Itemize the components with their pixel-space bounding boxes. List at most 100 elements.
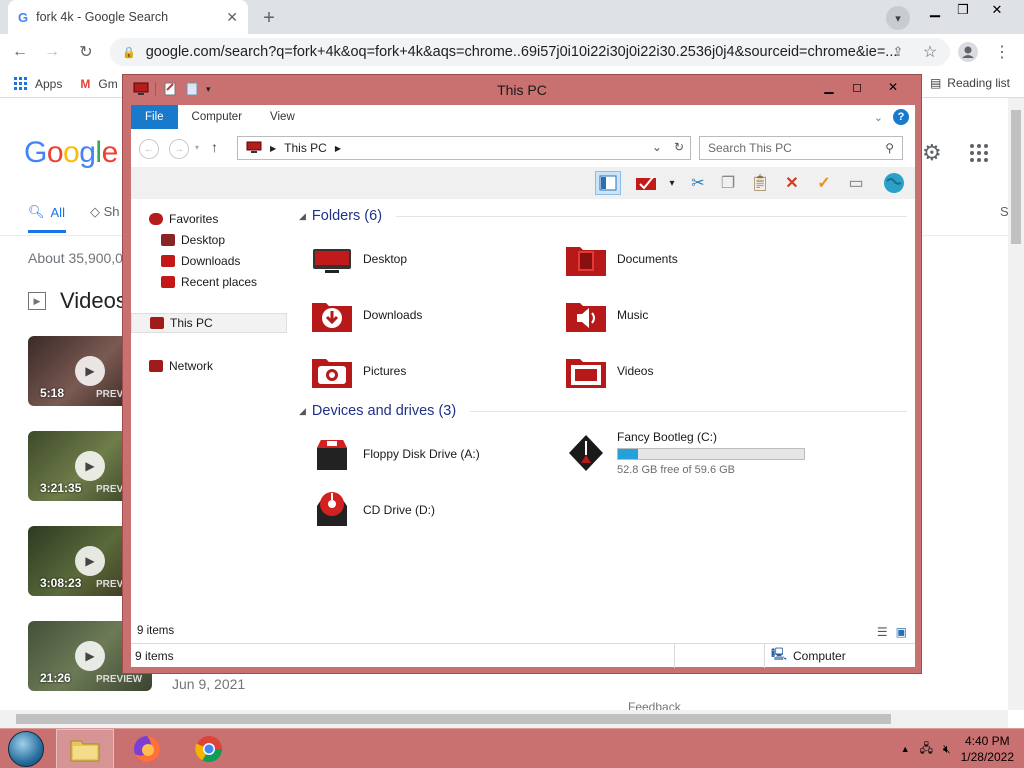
forward-arrow-icon[interactable]: → <box>169 139 189 159</box>
back-arrow-icon[interactable]: ← <box>8 40 32 64</box>
drive-cd[interactable]: CD Drive (D:) <box>309 488 549 532</box>
folder-documents[interactable]: Documents <box>563 237 803 281</box>
taskbar-firefox[interactable] <box>118 729 176 768</box>
bookmark-apps[interactable]: Apps <box>35 77 62 91</box>
reload-icon[interactable]: ↻ <box>74 40 98 64</box>
expand-ribbon-icon[interactable]: ⌄ <box>874 111 883 124</box>
explorer-titlebar[interactable]: ▾ This PC ▁ ◻ ✕ <box>123 75 921 103</box>
downloads-icon <box>161 255 175 267</box>
breadcrumb-chevron-icon[interactable]: ▶ <box>335 144 341 153</box>
close-tab-icon[interactable]: ✕ <box>226 9 238 26</box>
collapse-triangle-icon[interactable]: ◢ <box>299 406 306 417</box>
chrome-menu-icon[interactable]: ⋮ <box>990 40 1014 64</box>
url-text: google.com/search?q=fork+4k&oq=fork+4k&a… <box>145 44 898 60</box>
play-icon: ▶ <box>75 451 105 481</box>
nav-downloads[interactable]: Downloads <box>161 251 240 271</box>
star-icon <box>149 213 163 225</box>
details-view-icon[interactable]: ☰ <box>877 625 888 639</box>
confirm-check-icon[interactable]: ✓ <box>811 171 837 195</box>
up-arrow-icon[interactable]: ↑ <box>211 139 218 155</box>
address-dropdown-icon[interactable]: ⌄ <box>652 140 662 154</box>
cut-icon[interactable]: ✂ <box>685 171 711 195</box>
nav-recent-places[interactable]: Recent places <box>161 272 257 292</box>
bookmark-gmail[interactable]: Gm <box>98 77 117 91</box>
folder-pictures[interactable]: Pictures <box>309 349 549 393</box>
vertical-scrollbar[interactable] <box>1008 98 1024 710</box>
drive-label: Fancy Bootleg (C:) <box>617 430 718 444</box>
tab-file[interactable]: File <box>131 105 178 129</box>
folder-videos[interactable]: Videos <box>563 349 803 393</box>
start-button[interactable] <box>8 731 44 767</box>
restore-button[interactable]: ❐ <box>948 0 978 20</box>
breadcrumb-chevron-icon[interactable]: ▶ <box>270 144 276 153</box>
google-apps-icon[interactable] <box>970 144 988 162</box>
view-buttons: ☰ ▣ <box>877 625 907 639</box>
globe-icon[interactable] <box>881 171 907 195</box>
close-window-button[interactable]: ✕ <box>879 77 907 97</box>
address-box[interactable]: ▶ This PC ▶ ⌄ ↻ <box>237 136 691 160</box>
browser-tab[interactable]: G fork 4k - Google Search ✕ <box>8 0 248 34</box>
forward-arrow-icon[interactable]: → <box>40 40 64 64</box>
nav-favorites[interactable]: Favorites <box>149 209 218 229</box>
scrollbar-thumb[interactable] <box>1011 110 1021 244</box>
drive-floppy[interactable]: Floppy Disk Drive (A:) <box>309 432 549 476</box>
settings-gear-icon[interactable]: ⚙ <box>922 140 942 166</box>
breadcrumb-this-pc[interactable]: This PC <box>284 141 327 155</box>
tab-search-button[interactable]: ▾ <box>886 6 910 30</box>
collapse-triangle-icon[interactable]: ◢ <box>299 211 306 222</box>
clock[interactable]: 4:40 PM 1/28/2022 <box>961 733 1014 765</box>
nav-recent-label: Recent places <box>181 275 258 289</box>
show-hidden-icons-icon[interactable]: ▲ <box>901 744 910 754</box>
dropdown-icon[interactable]: ▾ <box>659 171 685 195</box>
volume-muted-icon[interactable]: 🔇︎ <box>943 742 951 757</box>
play-icon: ▶ <box>75 641 105 671</box>
refresh-icon[interactable]: ↻ <box>674 140 684 154</box>
preview-pane-icon[interactable] <box>595 171 621 195</box>
nav-desktop[interactable]: Desktop <box>161 230 225 250</box>
folder-music[interactable]: Music <box>563 293 803 337</box>
recent-locations-icon[interactable]: ▾ <box>195 143 199 152</box>
maximize-button[interactable]: ◻ <box>843 77 871 97</box>
tab-shopping[interactable]: ◇ Sh <box>90 204 120 220</box>
drive-c[interactable]: Fancy Bootleg (C:) 52.8 GB free of 59.6 … <box>563 425 863 481</box>
google-logo[interactable]: Google <box>24 136 118 170</box>
nav-this-pc[interactable]: This PC <box>131 313 287 333</box>
folders-group-header[interactable]: ◢ Folders (6) <box>299 205 907 227</box>
nav-network[interactable]: Network <box>149 356 213 376</box>
address-bar[interactable]: 🔒 google.com/search?q=fork+4k&oq=fork+4k… <box>110 38 950 66</box>
tab-computer[interactable]: Computer <box>178 105 257 129</box>
help-icon[interactable]: ? <box>893 109 909 125</box>
close-window-button[interactable]: ✕ <box>982 0 1012 20</box>
devices-group-header[interactable]: ◢ Devices and drives (3) <box>299 400 907 422</box>
tab-view[interactable]: View <box>256 105 309 129</box>
horizontal-scrollbar[interactable] <box>0 710 1008 728</box>
profile-avatar-icon[interactable] <box>956 40 980 64</box>
navigation-pane: Favorites Desktop Downloads Recent place… <box>131 199 295 609</box>
taskbar-file-explorer[interactable] <box>56 729 114 768</box>
reading-list-button[interactable]: ▤ Reading list <box>930 76 1010 90</box>
large-icons-view-icon[interactable]: ▣ <box>896 625 907 639</box>
search-input[interactable]: Search This PC ⚲ <box>699 136 903 160</box>
back-arrow-icon[interactable]: ← <box>139 139 159 159</box>
delete-icon[interactable]: ✕ <box>779 171 805 195</box>
paste-icon[interactable]: 📋︎ <box>747 171 773 195</box>
minimize-button[interactable]: ▁ <box>920 0 950 20</box>
scrollbar-thumb[interactable] <box>16 714 891 724</box>
rename-icon[interactable]: ▭ <box>843 171 869 195</box>
apps-grid-icon <box>14 77 27 90</box>
share-icon[interactable]: ⇪ <box>886 40 910 64</box>
bookmark-star-icon[interactable]: ☆ <box>918 40 942 64</box>
folder-desktop[interactable]: Desktop <box>309 237 549 281</box>
new-tab-button[interactable]: + <box>256 5 282 31</box>
copy-icon[interactable]: ❐ <box>715 171 741 195</box>
checkmark-folder-icon[interactable] <box>633 171 659 195</box>
command-bar: ▾ ✂ ❐ 📋︎ ✕ ✓ ▭ <box>131 167 915 199</box>
folder-downloads[interactable]: Downloads <box>309 293 549 337</box>
taskbar-chrome[interactable] <box>180 729 238 768</box>
minimize-button[interactable]: ▁ <box>815 77 843 97</box>
tab-all[interactable]: 🔍︎ All <box>28 204 65 220</box>
network-icon[interactable]: 🖧 <box>920 739 933 760</box>
google-favicon-icon: G <box>18 9 29 25</box>
status-location: 🖳 Computer <box>765 645 846 666</box>
drive-free-space: 52.8 GB free of 59.6 GB <box>617 464 736 476</box>
